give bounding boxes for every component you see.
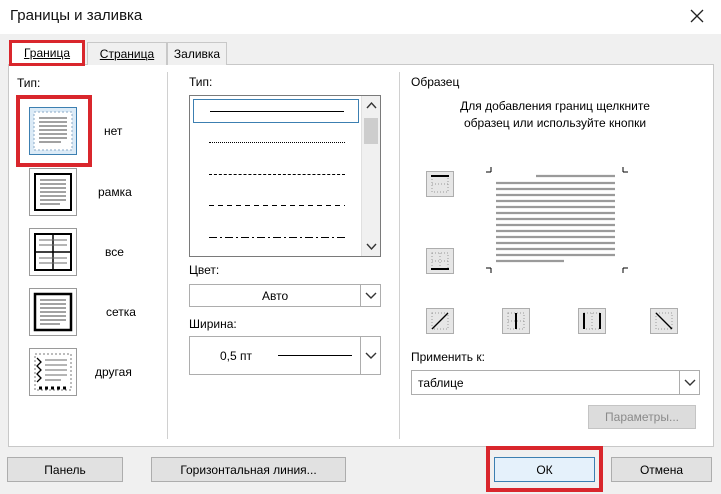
all-borders-preset-icon [34,233,72,271]
color-select[interactable]: Авто [189,284,381,307]
apply-to-value: таблице [418,376,464,390]
preview-label: Образец [411,75,460,89]
line-sample [210,111,344,112]
chevron-down-icon [365,352,376,359]
tab-shading[interactable]: Заливка [167,42,227,65]
box-preset-icon [34,173,72,211]
line-sample [209,237,345,238]
width-line-sample [278,355,352,356]
top-border-button[interactable] [426,171,454,197]
tab-label: Заливка [173,47,221,61]
bottom-border-icon [431,252,449,270]
line-style-list[interactable] [189,95,381,257]
type-label: Тип: [17,76,41,90]
top-border-icon [431,175,449,193]
color-value: Авто [262,289,289,303]
ok-button-highlight [486,446,603,492]
preset-custom-label: другая [95,365,132,379]
preview-hint: Для добавления границ щелкните образец и… [460,99,650,130]
width-value: 0,5 пт [220,349,253,363]
preset-box-label: рамка [98,185,132,199]
tab-label: Страница [99,47,155,61]
options-button[interactable]: Параметры... [588,405,696,429]
chevron-down-icon [684,379,695,386]
left-border-icon [507,312,525,330]
line-sample [209,205,345,206]
grid-preset-icon [33,292,73,332]
tab-borders[interactable]: Граница [9,40,85,66]
width-dropdown-button[interactable] [360,337,380,374]
horizontal-line-button[interactable]: Горизонтальная линия... [151,457,346,482]
line-style-dashed-small[interactable] [193,163,359,187]
line-style-dash-dot[interactable] [193,227,359,251]
button-label: Горизонтальная линия... [180,462,317,477]
right-border-button[interactable] [578,308,606,334]
custom-preset-icon [34,353,72,391]
line-style-dashed[interactable] [193,195,359,219]
line-sample [209,174,345,175]
right-border-icon [583,312,601,330]
close-icon [690,9,704,23]
preview-sample[interactable] [484,162,630,282]
scroll-thumb[interactable] [364,118,378,144]
button-label: Панель [44,462,86,477]
close-button[interactable] [683,3,711,29]
preset-grid-label: сетка [106,305,136,319]
preset-grid-button[interactable] [29,288,77,336]
line-style-solid[interactable] [193,99,359,123]
tab-page[interactable]: Страница [87,42,167,65]
separator [399,72,400,439]
style-label: Тип: [189,75,213,89]
apply-to-select[interactable]: таблице [411,370,700,395]
color-label: Цвет: [189,263,220,277]
tab-label: Граница [23,46,71,60]
width-label: Ширина: [189,317,237,331]
cancel-button[interactable]: Отмена [611,457,712,482]
left-border-button[interactable] [502,308,530,334]
line-style-scrollbar[interactable] [361,96,380,256]
preset-all-label: все [105,245,124,259]
button-label: Отмена [639,462,684,477]
line-sample [209,142,345,143]
diagonal-down-icon [655,312,673,330]
preset-none-label: нет [104,124,123,138]
bottom-border-button[interactable] [426,248,454,274]
diagonal-up-icon [431,312,449,330]
diagonal-up-border-button[interactable] [426,308,454,334]
scroll-up-icon [366,101,377,109]
preset-custom-button[interactable] [29,348,77,396]
diagonal-down-border-button[interactable] [650,308,678,334]
apply-to-label: Применить к: [411,350,485,364]
separator [167,72,168,439]
line-style-dotted[interactable] [193,131,359,155]
chevron-down-icon [365,292,376,299]
panel-button[interactable]: Панель [7,457,123,482]
window-title: Границы и заливка [10,7,143,24]
color-dropdown-button[interactable] [360,285,380,306]
preset-none-highlight [16,95,92,167]
apply-to-dropdown-button[interactable] [679,371,699,394]
preset-box-button[interactable] [29,168,77,216]
preset-all-button[interactable] [29,228,77,276]
width-select[interactable]: 0,5 пт [189,336,381,375]
scroll-down-icon [366,243,377,251]
